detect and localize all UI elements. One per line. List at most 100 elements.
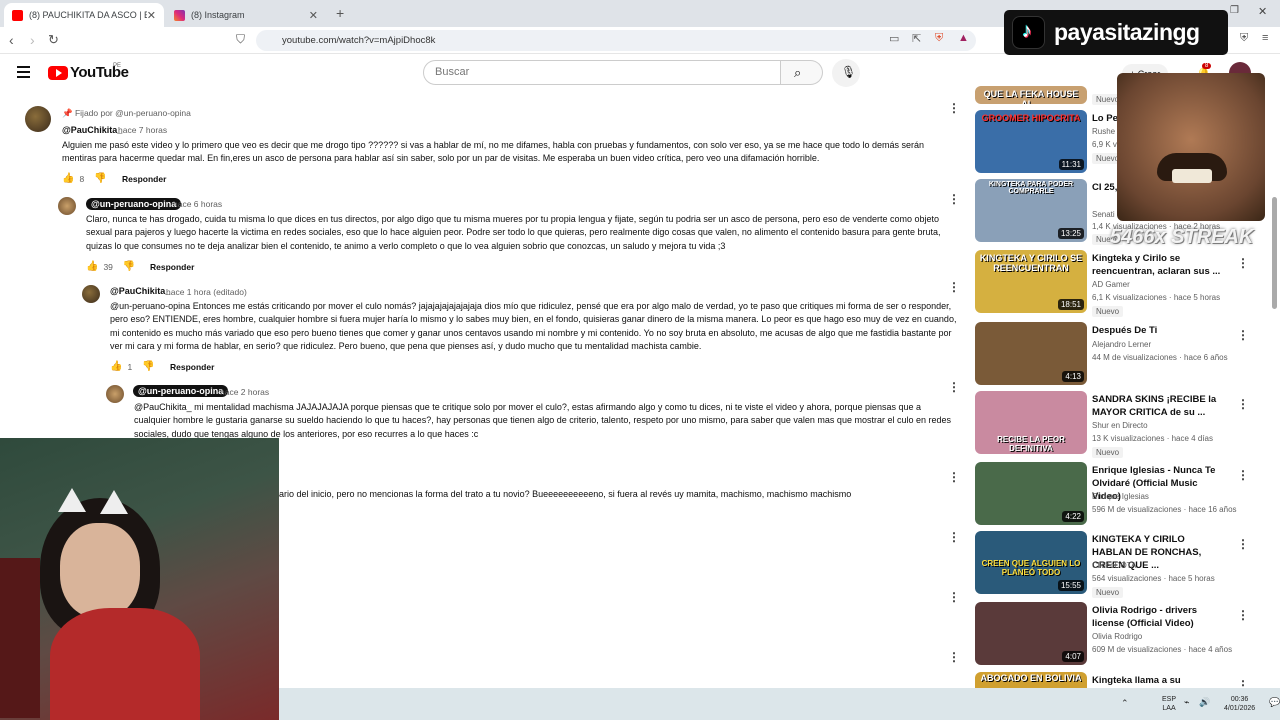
more-actions-icon[interactable]: ⋮ bbox=[1237, 328, 1249, 342]
close-tab-icon[interactable]: ✕ bbox=[147, 9, 156, 22]
more-actions-icon[interactable]: ⋮ bbox=[948, 281, 960, 293]
recommendation-item[interactable]: ABOGADO EN BOLIVIA Kingteka llama a su a… bbox=[975, 672, 1265, 688]
recommendation-item[interactable]: CREEN QUE ALGUIEN LO PLANEÓ TODO 15:55 K… bbox=[975, 531, 1265, 598]
channel-name[interactable]: Olivia Rodrigo bbox=[1092, 632, 1142, 641]
dislike-icon[interactable]: 👎 bbox=[94, 173, 106, 184]
mic-icon: 🎙 bbox=[841, 65, 857, 79]
comment-author[interactable]: @PauChikita_ bbox=[110, 286, 170, 296]
recommendation-item[interactable]: 4:22 Enrique Iglesias - Nunca Te Olvidar… bbox=[975, 462, 1265, 528]
brave-rewards-icon[interactable]: ▲ bbox=[958, 32, 969, 44]
more-actions-icon[interactable]: ⋮ bbox=[948, 381, 960, 393]
recommendation-item[interactable]: KINGTEKA Y CIRILO SE REENCUENTRAN 18:51 … bbox=[975, 250, 1265, 317]
brave-shield-icon[interactable]: ⛨ bbox=[935, 32, 943, 45]
scrollbar-thumb[interactable] bbox=[1272, 197, 1277, 309]
avatar[interactable] bbox=[82, 285, 100, 303]
more-actions-icon[interactable]: ⋮ bbox=[948, 193, 960, 205]
video-thumbnail[interactable]: 4:13 bbox=[975, 322, 1087, 385]
channel-name[interactable]: Alejandro Lerner bbox=[1092, 340, 1151, 349]
more-actions-icon[interactable]: ⋮ bbox=[1237, 468, 1249, 482]
comment-author[interactable]: @PauChikita_ bbox=[62, 125, 122, 135]
video-title[interactable]: Kingteka llama a su abogado en bbox=[1092, 674, 1222, 688]
more-actions-icon[interactable]: ⋮ bbox=[948, 651, 960, 663]
youtube-logo-icon[interactable] bbox=[48, 66, 68, 80]
video-duration: 18:51 bbox=[1057, 299, 1084, 310]
screen-icon[interactable]: ▭ bbox=[889, 32, 899, 45]
video-title[interactable]: Kingteka y Cirilo se reencuentran, aclar… bbox=[1092, 252, 1222, 278]
clock[interactable]: 00:36 4/01/2026 bbox=[1224, 695, 1255, 713]
comment-author[interactable]: @un-peruano-opina bbox=[86, 198, 182, 210]
comment-time[interactable]: hace 1 hora (editado) bbox=[166, 287, 247, 297]
bookmark-icon[interactable]: ⛉ bbox=[236, 32, 245, 47]
more-actions-icon[interactable]: ⋮ bbox=[1237, 397, 1249, 411]
browser-tab-youtube[interactable]: (8) PAUCHIKITA DA ASCO | EL BL ✕ bbox=[4, 3, 164, 27]
video-thumbnail[interactable]: GROOMER HIPOCRITA 11:31 bbox=[975, 110, 1087, 173]
reply-button[interactable]: Responder bbox=[170, 362, 214, 372]
video-thumbnail[interactable]: ABOGADO EN BOLIVIA bbox=[975, 672, 1087, 688]
more-actions-icon[interactable]: ⋮ bbox=[1237, 537, 1249, 551]
close-window-icon[interactable]: ✕ bbox=[1258, 5, 1267, 18]
more-actions-icon[interactable]: ⋮ bbox=[1237, 608, 1249, 622]
forward-icon[interactable]: › bbox=[30, 32, 35, 48]
dislike-icon[interactable]: 👎 bbox=[142, 361, 154, 372]
channel-name[interactable]: Rushe bbox=[1092, 127, 1115, 136]
channel-name[interactable]: ClideoDOTA bbox=[1092, 561, 1136, 570]
notification-center-icon[interactable]: 💬 bbox=[1269, 697, 1280, 708]
recommendation-item[interactable]: RECIBE LA PEOR DEFINITIVA SANDRA SKINS ¡… bbox=[975, 391, 1265, 458]
search-button[interactable]: ⌕ bbox=[781, 60, 823, 85]
recommendation-item[interactable]: 4:13 Después De Ti Alejandro Lerner 44 M… bbox=[975, 322, 1265, 388]
comment-time[interactable]: hace 6 horas bbox=[173, 199, 222, 209]
menu-icon[interactable]: ≡ bbox=[1262, 32, 1268, 44]
network-icon[interactable]: ⌁ bbox=[1184, 697, 1189, 708]
like-icon[interactable]: 👍 bbox=[62, 173, 74, 184]
recommendation-item[interactable]: 4:07 Olivia Rodrigo - drivers license (O… bbox=[975, 602, 1265, 668]
back-icon[interactable]: ‹ bbox=[9, 32, 14, 48]
voice-search-button[interactable]: 🎙 bbox=[832, 59, 860, 87]
channel-name[interactable]: Senati bbox=[1092, 210, 1115, 219]
browser-tab-instagram[interactable]: (8) Instagram ✕ bbox=[166, 3, 326, 27]
video-title[interactable]: Olivia Rodrigo - drivers license (Offici… bbox=[1092, 604, 1222, 630]
more-actions-icon[interactable]: ⋮ bbox=[948, 102, 960, 114]
video-thumbnail[interactable]: KINGTEKA Y CIRILO SE REENCUENTRAN 18:51 bbox=[975, 250, 1087, 313]
more-actions-icon[interactable]: ⋮ bbox=[948, 531, 960, 543]
avatar[interactable] bbox=[25, 106, 51, 132]
dislike-icon[interactable]: 👎 bbox=[123, 261, 135, 272]
search-input[interactable]: Buscar bbox=[423, 60, 781, 85]
tab-title: (8) Instagram bbox=[191, 10, 245, 20]
volume-icon[interactable]: 🔊 bbox=[1199, 697, 1210, 708]
language-indicator[interactable]: ESP LAA bbox=[1162, 695, 1176, 713]
reply-button[interactable]: Responder bbox=[150, 262, 194, 272]
video-title[interactable]: Después De Ti bbox=[1092, 324, 1222, 337]
chevron-up-icon[interactable]: ⌃ bbox=[1121, 698, 1129, 709]
channel-name[interactable]: Enrique Iglesias bbox=[1092, 492, 1149, 501]
channel-name[interactable]: AD Gamer bbox=[1092, 280, 1130, 289]
comment-author[interactable]: @un-peruano-opina bbox=[133, 385, 229, 397]
comment-time[interactable]: hace 7 horas bbox=[118, 125, 167, 135]
more-actions-icon[interactable]: ⋮ bbox=[1237, 678, 1249, 688]
avatar[interactable] bbox=[58, 197, 76, 215]
like-icon[interactable]: 👍 bbox=[86, 261, 98, 272]
more-actions-icon[interactable]: ⋮ bbox=[1237, 256, 1249, 270]
video-thumbnail[interactable]: QUE LA FEKA HOUSE AL... bbox=[975, 86, 1087, 104]
reload-icon[interactable]: ↻ bbox=[48, 32, 59, 48]
extension-icon[interactable]: ⛨ bbox=[1240, 32, 1248, 45]
new-tab-icon[interactable]: + bbox=[336, 5, 344, 21]
video-title[interactable]: SANDRA SKINS ¡RECIBE la MAYOR CRITICA de… bbox=[1092, 393, 1222, 419]
channel-name[interactable]: Shur en Directo bbox=[1092, 421, 1148, 430]
reply-button[interactable]: Responder bbox=[122, 174, 166, 184]
video-thumbnail[interactable]: CREEN QUE ALGUIEN LO PLANEÓ TODO 15:55 bbox=[975, 531, 1087, 594]
comment-time[interactable]: hace 2 horas bbox=[220, 387, 269, 397]
maximize-icon[interactable]: ❐ bbox=[1230, 5, 1239, 16]
video-thumbnail[interactable]: 4:07 bbox=[975, 602, 1087, 665]
url-field[interactable]: youtube.com/watch?v=mAjpiDhoc8k bbox=[256, 30, 976, 51]
avatar[interactable] bbox=[106, 385, 124, 403]
video-thumbnail[interactable]: RECIBE LA PEOR DEFINITIVA bbox=[975, 391, 1087, 454]
comment-text: Claro, nunca te has drogado, cuida tu mi… bbox=[86, 214, 941, 251]
video-thumbnail[interactable]: 4:22 bbox=[975, 462, 1087, 525]
hamburger-menu-icon[interactable] bbox=[17, 66, 30, 78]
more-actions-icon[interactable]: ⋮ bbox=[948, 591, 960, 603]
like-icon[interactable]: 👍 bbox=[110, 361, 122, 372]
more-actions-icon[interactable]: ⋮ bbox=[948, 471, 960, 483]
video-thumbnail[interactable]: KINGTEKA PARA PODER COMPRARLE 13:25 bbox=[975, 179, 1087, 242]
close-tab-icon[interactable]: ✕ bbox=[309, 9, 318, 22]
share-icon[interactable]: ⇱ bbox=[912, 32, 921, 45]
